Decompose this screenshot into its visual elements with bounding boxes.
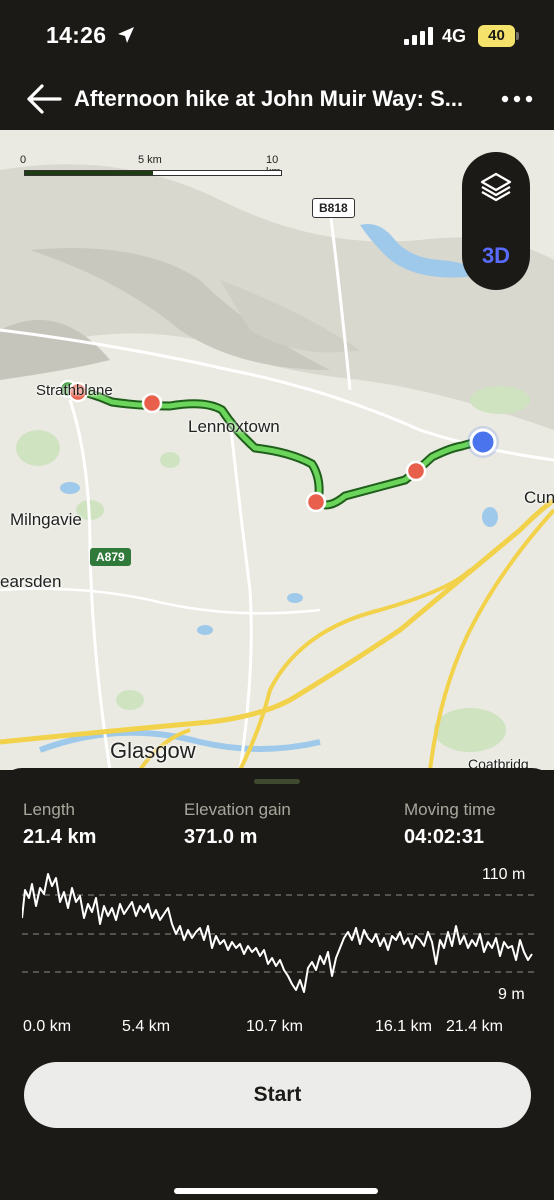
stat-length-value: 21.4 km <box>23 826 97 848</box>
3d-toggle-button[interactable]: 3D <box>462 222 530 290</box>
location-arrow-icon <box>118 27 134 43</box>
network-type: 4G <box>442 26 467 46</box>
home-indicator[interactable] <box>174 1188 378 1194</box>
more-horizontal-icon[interactable] <box>496 82 540 116</box>
place-label-milngavie: Milngavie <box>10 510 82 529</box>
layers-icon[interactable] <box>462 152 530 220</box>
stat-length-label: Length <box>23 800 75 819</box>
distance-label-2: 10.7 km <box>246 1018 303 1035</box>
distance-label-3: 16.1 km <box>375 1018 432 1035</box>
distance-label-4: 21.4 km <box>446 1018 503 1035</box>
map-controls: 3D <box>462 152 530 290</box>
status-time: 14:26 <box>46 22 107 48</box>
scale-bar <box>24 170 282 176</box>
elevation-profile-chart[interactable] <box>22 868 534 1008</box>
stat-elevation-label: Elevation gain <box>184 800 291 819</box>
map-scale: 0 5 km 10 km <box>20 154 282 184</box>
distance-label-0: 0.0 km <box>23 1018 72 1035</box>
place-label-bearsden: earsden <box>0 572 62 591</box>
stat-length: Length 21.4 km <box>23 800 96 849</box>
stat-moving-time-label: Moving time <box>404 800 496 819</box>
stat-elevation-gain: Elevation gain 371.0 m <box>184 800 291 849</box>
scale-tick-5: 5 km <box>138 154 162 166</box>
road-badge-a879: A879 <box>90 548 131 566</box>
arrow-left-icon[interactable] <box>24 82 64 116</box>
sheet-drag-handle[interactable] <box>254 779 300 784</box>
scale-tick-0: 0 <box>20 154 27 166</box>
distance-label-1: 5.4 km <box>122 1018 171 1035</box>
stat-elevation-value: 371.0 m <box>184 826 258 848</box>
battery-cap <box>516 32 519 40</box>
battery-icon: 40 <box>478 25 515 47</box>
start-button[interactable]: Start <box>24 1062 531 1128</box>
place-label-strathblane: Strathblane <box>36 382 113 399</box>
stat-moving-time-value: 04:02:31 <box>404 826 485 848</box>
page-title: Afternoon hike at John Muir Way: S... <box>74 86 464 111</box>
elevation-line <box>22 873 533 993</box>
cellular-signal-icon <box>404 27 433 45</box>
road-badge-b818: B818 <box>312 198 355 218</box>
title-bar: Afternoon hike at John Muir Way: S... <box>0 70 554 130</box>
route-details-sheet: Length 21.4 km Elevation gain 371.0 m Mo… <box>0 768 554 1200</box>
place-label-glasgow: Glasgow <box>110 738 196 763</box>
status-bar: 14:26 4G 40 <box>0 0 554 70</box>
stat-moving-time: Moving time 04:02:31 <box>404 800 496 849</box>
route-map[interactable]: 0 5 km 10 km B818 A879 Strathblane Lenno… <box>0 130 554 770</box>
elevation-min-label: 9 m <box>498 986 525 1003</box>
place-label-cumbernauld: Cun <box>524 488 554 507</box>
elevation-max-label: 110 m <box>482 866 526 883</box>
place-label-lennoxtown: Lennoxtown <box>188 417 280 436</box>
